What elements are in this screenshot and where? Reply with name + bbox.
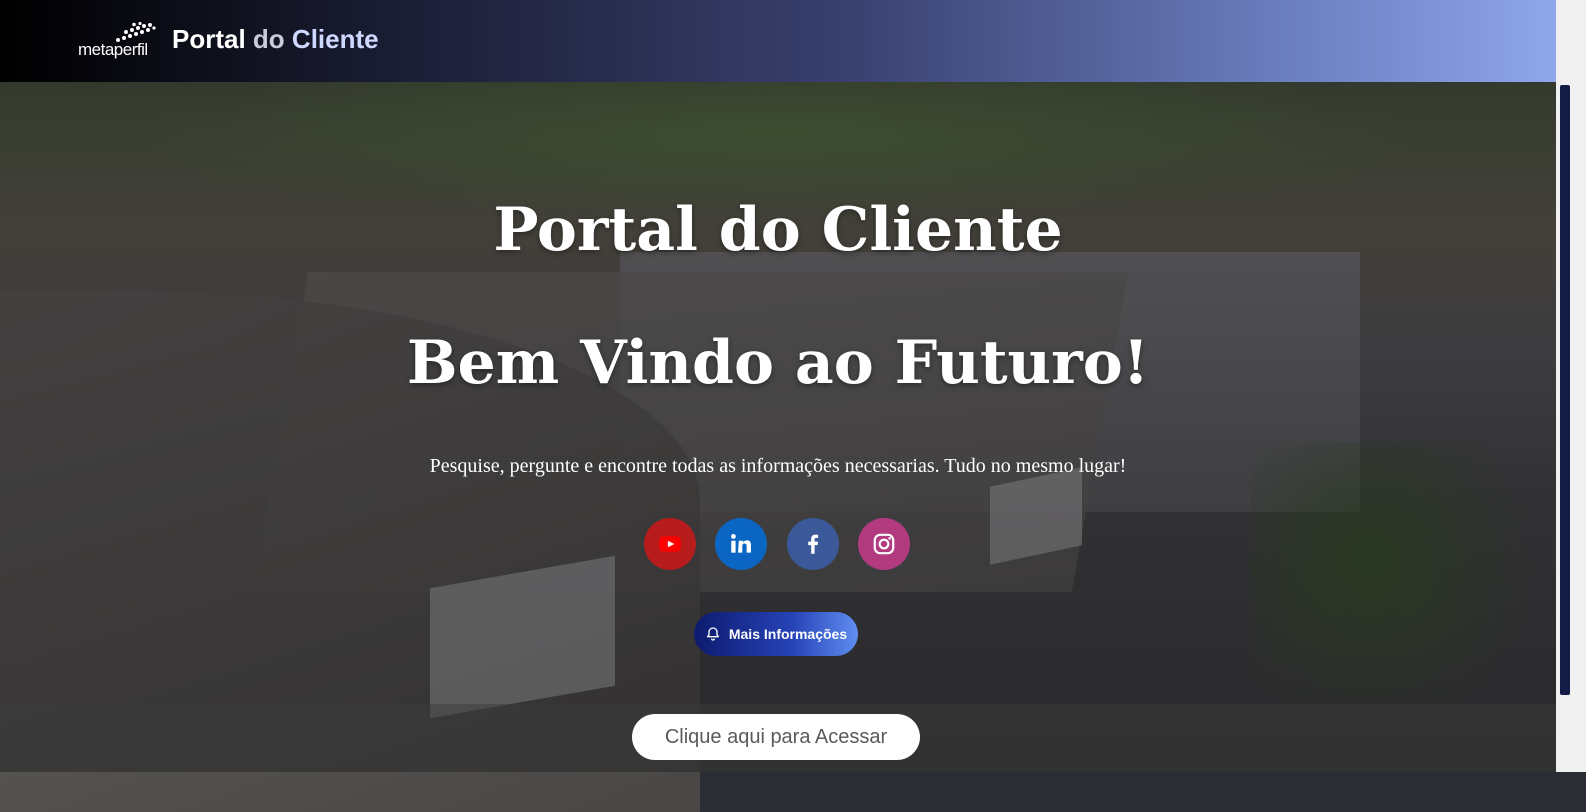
header-title-part1: Portal <box>172 24 246 54</box>
access-button[interactable]: Clique aqui para Acessar <box>632 714 920 760</box>
header-title-part2: do <box>252 24 285 54</box>
scrollbar-thumb[interactable] <box>1560 85 1570 695</box>
hero-title: Portal do Cliente <box>493 195 1063 265</box>
instagram-icon <box>873 533 895 555</box>
facebook-icon <box>808 534 819 554</box>
youtube-button[interactable] <box>644 518 696 570</box>
hero-dark-overlay <box>0 82 1556 772</box>
hero-subtitle: Pesquise, pergunte e encontre todas as i… <box>429 455 1127 477</box>
header-title-part3: Cliente <box>291 24 379 54</box>
site-header: metaperfil Portal do Cliente <box>0 0 1556 82</box>
hero-welcome-heading: Bem Vindo ao Futuro! <box>406 328 1150 398</box>
linkedin-icon <box>731 534 751 553</box>
more-info-label: Mais Informações <box>728 626 848 642</box>
metaperfil-logo[interactable]: metaperfil <box>78 22 158 62</box>
linkedin-button[interactable] <box>715 518 767 570</box>
header-title: Portal do Cliente <box>172 24 379 55</box>
logo-wordmark: metaperfil <box>78 40 148 59</box>
bell-icon <box>706 627 719 641</box>
instagram-button[interactable] <box>858 518 910 570</box>
more-info-button[interactable]: Mais Informações <box>694 612 858 656</box>
youtube-icon <box>659 536 681 552</box>
page-scrollbar[interactable] <box>1556 0 1586 772</box>
facebook-button[interactable] <box>787 518 839 570</box>
